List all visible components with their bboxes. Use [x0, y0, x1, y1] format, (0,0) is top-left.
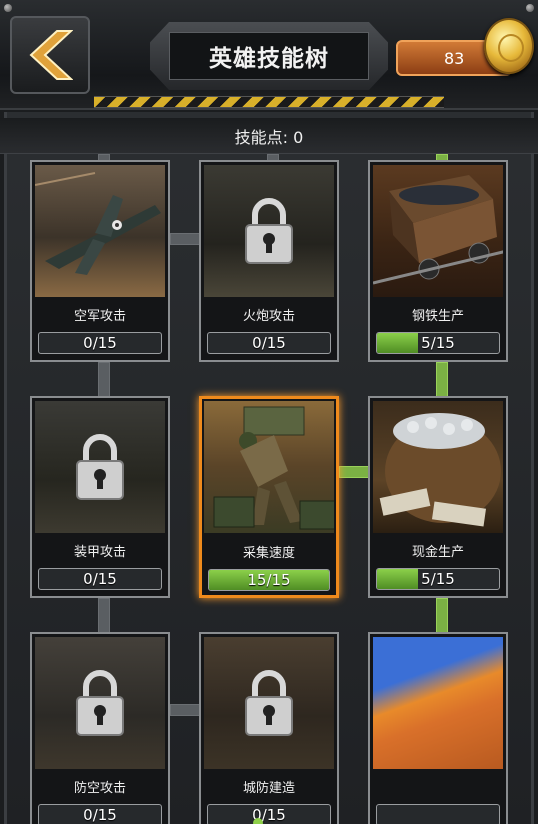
skill-card-gather-speed[interactable]: 采集速度 15/15 — [199, 396, 339, 598]
coin-count: 83 — [444, 48, 465, 68]
skill-progress-text — [377, 805, 499, 824]
skill-progress-bar — [376, 804, 500, 824]
hazard-stripe — [94, 96, 444, 108]
skill-name: 装甲攻击 — [73, 544, 126, 560]
lock-icon — [245, 670, 293, 736]
skill-card-armor-attack[interactable]: 装甲攻击 0/15 — [30, 396, 170, 598]
skill-progress-text: 0/15 — [252, 806, 286, 824]
skill-progress-bar: 0/15 — [207, 332, 331, 354]
skill-progress-text: 0/15 — [83, 334, 117, 352]
rivet-icon — [4, 4, 12, 12]
scroll-indicator — [253, 818, 263, 824]
skill-progress-text: 15/15 — [247, 571, 291, 589]
skill-progress-bar: 5/15 — [376, 332, 500, 354]
skill-name: 城防建造 — [242, 780, 295, 796]
skill-card-air-attack[interactable]: 空军攻击 0/15 — [30, 160, 170, 362]
skill-name: 采集速度 — [242, 545, 295, 561]
connector — [170, 233, 200, 245]
page-title: 英雄技能树 — [169, 32, 369, 80]
connector-active — [339, 466, 369, 478]
rivet-icon — [526, 4, 534, 12]
desert-image — [373, 637, 503, 769]
skill-progress-text: 0/15 — [83, 570, 117, 588]
mine-cart-image — [373, 165, 503, 297]
skill-progress-text: 5/15 — [421, 570, 455, 588]
skill-card-steel-production[interactable]: 钢铁生产 5/15 — [368, 160, 508, 362]
skill-card-artillery-attack[interactable]: 火炮攻击 0/15 — [199, 160, 339, 362]
connector — [98, 598, 110, 634]
skill-name: 钢铁生产 — [411, 308, 464, 324]
lock-icon — [245, 198, 293, 264]
soldier-carrying-crate-image — [204, 401, 334, 533]
skill-points-label: 技能点: 0 — [0, 118, 538, 154]
anti-air-image — [35, 637, 165, 769]
skill-progress-bar: 0/15 — [38, 332, 162, 354]
connector — [98, 362, 110, 398]
lock-icon — [76, 670, 124, 736]
chevron-left-icon — [29, 30, 73, 80]
title-plate: 英雄技能树 — [150, 22, 388, 90]
skill-card-cash-production[interactable]: 现金生产 5/15 — [368, 396, 508, 598]
skill-progress-bar: 0/15 — [207, 804, 331, 824]
skill-name: 现金生产 — [411, 544, 464, 560]
skill-progress-bar: 5/15 — [376, 568, 500, 590]
money-bag-image — [373, 401, 503, 533]
top-bar: 英雄技能树 83 — [0, 0, 538, 110]
skill-progress-text: 0/15 — [83, 806, 117, 824]
artillery-image — [204, 165, 334, 297]
skill-card-anti-air-attack[interactable]: 防空攻击 0/15 — [30, 632, 170, 824]
skill-name: 空军攻击 — [73, 308, 126, 324]
connector-active — [436, 362, 448, 398]
skill-progress-text: 0/15 — [252, 334, 286, 352]
armored-car-image — [35, 401, 165, 533]
skill-progress-text: 5/15 — [421, 334, 455, 352]
skill-progress-bar: 0/15 — [38, 804, 162, 824]
skill-card-defense-construction[interactable]: 城防建造 0/15 — [199, 632, 339, 824]
skill-name — [370, 772, 506, 800]
skill-card-desert[interactable] — [368, 632, 508, 824]
connector — [170, 704, 200, 716]
fortification-image — [204, 637, 334, 769]
lock-icon — [76, 434, 124, 500]
skill-progress-bar: 0/15 — [38, 568, 162, 590]
gold-coin-icon[interactable] — [484, 18, 534, 74]
skill-name: 防空攻击 — [73, 780, 126, 796]
back-button[interactable] — [10, 16, 90, 94]
skill-progress-bar: 15/15 — [208, 569, 330, 591]
connector-active — [436, 598, 448, 634]
fighter-plane-image — [35, 165, 165, 297]
skill-name: 火炮攻击 — [242, 308, 295, 324]
